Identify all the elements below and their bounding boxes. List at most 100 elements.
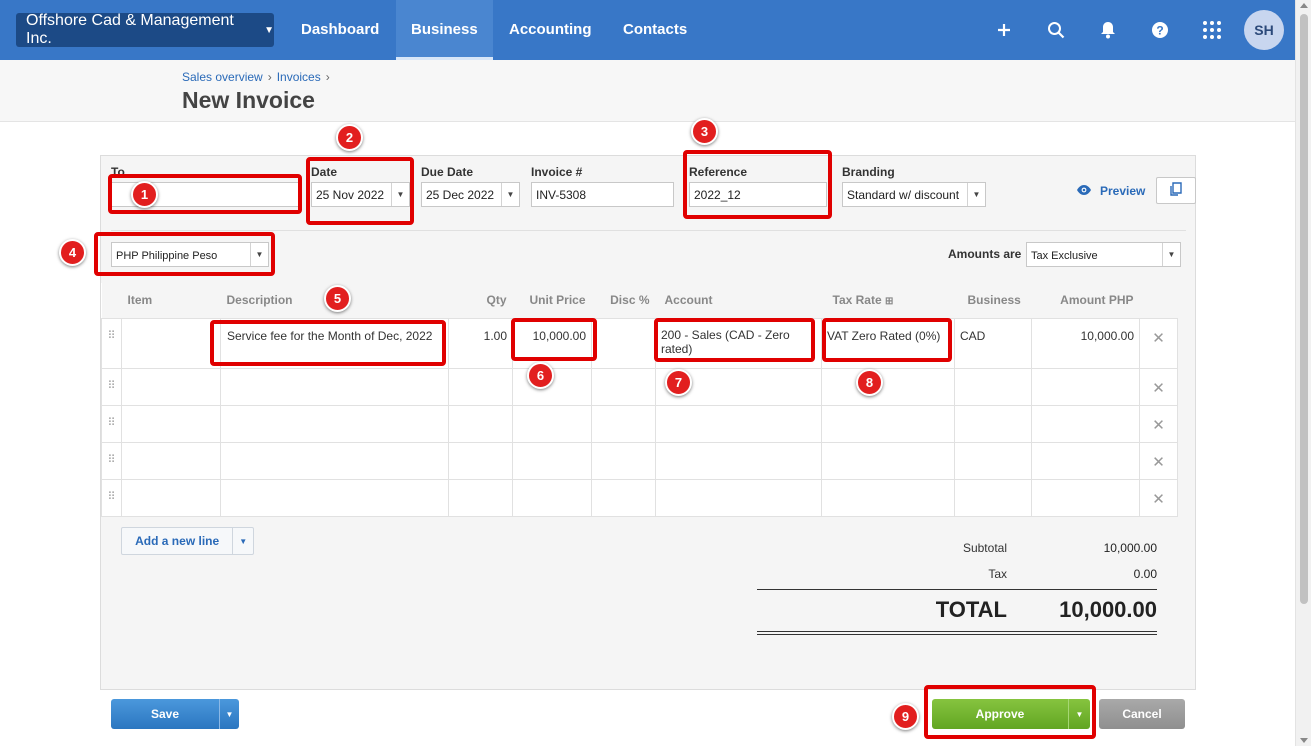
- annotation-badge: 9: [892, 703, 919, 730]
- tax-rate-cell[interactable]: VAT Zero Rated (0%): [821, 317, 955, 369]
- chevron-down-icon: ▼: [264, 24, 274, 36]
- drag-handle-icon[interactable]: ⠿: [101, 367, 122, 406]
- page-title: New Invoice: [182, 87, 315, 113]
- chevron-down-icon[interactable]: ▼: [219, 699, 239, 729]
- annotation-badge: 1: [131, 181, 158, 208]
- due-date-field[interactable]: 25 Dec 2022 ▼: [421, 182, 520, 207]
- delete-row-icon[interactable]: ✕: [1139, 441, 1178, 480]
- approve-button[interactable]: Approve ▼: [932, 699, 1090, 729]
- org-switcher[interactable]: Offshore Cad & Management Inc. ▼: [16, 12, 274, 47]
- top-nav: Offshore Cad & Management Inc. ▼ Dashboa…: [0, 0, 1295, 60]
- disc-header: Disc %: [591, 283, 656, 319]
- table-row[interactable]: ⠿ ✕: [101, 478, 1178, 517]
- due-date-value: 25 Dec 2022: [426, 188, 495, 202]
- drag-handle-icon[interactable]: ⠿: [101, 478, 122, 517]
- qty-header: Qty: [448, 283, 513, 319]
- search-icon[interactable]: [1044, 18, 1068, 42]
- branding-value: Standard w/ discount: [847, 188, 960, 202]
- due-date-label: Due Date: [421, 165, 474, 179]
- add-new-line-label: Add a new line: [135, 534, 220, 548]
- breadcrumb-invoices[interactable]: Invoices: [277, 70, 321, 84]
- date-label: Date: [311, 165, 338, 179]
- annotation-badge: 2: [336, 124, 363, 151]
- tax-label: Tax: [988, 567, 1007, 581]
- breadcrumb: Sales overview › Invoices ›: [182, 70, 330, 84]
- delete-row-icon[interactable]: ✕: [1139, 317, 1178, 369]
- total-value: 10,000.00: [1059, 597, 1157, 622]
- vertical-scrollbar[interactable]: [1295, 0, 1311, 746]
- annotation-badge: 6: [527, 362, 554, 389]
- account-cell[interactable]: 200 - Sales (CAD - Zero rated): [655, 317, 822, 369]
- disc-cell[interactable]: [591, 317, 656, 369]
- drag-handle-icon[interactable]: ⠿: [101, 404, 122, 443]
- amount-header: Amount PHP: [1031, 283, 1140, 319]
- nav-business[interactable]: Business: [396, 0, 493, 60]
- branding-select[interactable]: Standard w/ discount ▼: [842, 182, 986, 207]
- tax-value: 0.00: [1133, 567, 1157, 581]
- table-row[interactable]: ⠿ Service fee for the Month of Dec, 2022…: [101, 317, 1178, 369]
- subtotal-value: 10,000.00: [1103, 541, 1157, 555]
- nav-accounting[interactable]: Accounting: [494, 0, 607, 60]
- nav-contacts[interactable]: Contacts: [608, 0, 702, 60]
- item-header: Item: [121, 283, 221, 319]
- annotation-badge: 4: [59, 239, 86, 266]
- item-cell[interactable]: [121, 317, 221, 369]
- svg-text:?: ?: [1156, 24, 1163, 38]
- cancel-button[interactable]: Cancel: [1099, 699, 1185, 729]
- add-new-line-button[interactable]: Add a new line ▼: [121, 527, 254, 555]
- amounts-are-label: Amounts are: [948, 247, 1022, 261]
- apps-grid-icon[interactable]: [1200, 18, 1224, 42]
- delete-row-icon[interactable]: ✕: [1139, 404, 1178, 443]
- reference-input[interactable]: 2022_12: [689, 182, 827, 207]
- drag-handle-icon[interactable]: ⠿: [101, 317, 122, 369]
- account-header: Account: [655, 283, 822, 319]
- chevron-down-icon[interactable]: ▼: [967, 183, 985, 206]
- scroll-up-icon[interactable]: [1300, 3, 1308, 8]
- to-label: To: [111, 165, 125, 179]
- table-row[interactable]: ⠿ ✕: [101, 404, 1178, 443]
- qty-cell[interactable]: 1.00: [448, 317, 513, 369]
- table-row[interactable]: ⠿ ✕: [101, 367, 1178, 406]
- delete-row-icon[interactable]: ✕: [1139, 478, 1178, 517]
- approve-label: Approve: [975, 707, 1025, 721]
- chevron-down-icon[interactable]: ▼: [250, 243, 268, 266]
- subtotal-label: Subtotal: [962, 541, 1007, 555]
- branding-label: Branding: [842, 165, 895, 179]
- annotation-badge: 3: [691, 118, 718, 145]
- delete-header: [1139, 283, 1178, 319]
- chevron-down-icon[interactable]: ▼: [232, 528, 253, 554]
- chevron-down-icon[interactable]: ▼: [501, 183, 519, 206]
- breadcrumb-sales-overview[interactable]: Sales overview: [182, 70, 263, 84]
- chevron-down-icon[interactable]: ▼: [1162, 243, 1180, 266]
- annotation-badge: 5: [324, 285, 351, 312]
- description-cell[interactable]: Service fee for the Month of Dec, 2022: [220, 317, 449, 369]
- date-field[interactable]: 25 Nov 2022 ▼: [311, 182, 410, 207]
- scroll-down-icon[interactable]: [1300, 738, 1308, 743]
- currency-select[interactable]: PHP Philippine Peso ▼: [111, 242, 269, 267]
- business-cell[interactable]: CAD: [954, 317, 1032, 369]
- save-button[interactable]: Save ▼: [111, 699, 239, 729]
- divider: [111, 230, 1186, 231]
- bell-icon[interactable]: [1096, 18, 1120, 42]
- chevron-down-icon[interactable]: ▼: [391, 183, 409, 206]
- amount-cell[interactable]: 10,000.00: [1031, 317, 1140, 369]
- amounts-are-value: Tax Exclusive: [1031, 250, 1098, 262]
- grip-header: [101, 283, 122, 319]
- help-icon[interactable]: ?: [1148, 18, 1172, 42]
- unit-price-cell[interactable]: 10,000.00: [512, 317, 592, 369]
- plus-icon[interactable]: [992, 18, 1016, 42]
- preview-link[interactable]: Preview: [1076, 183, 1145, 199]
- amounts-are-select[interactable]: Tax Exclusive ▼: [1026, 242, 1181, 267]
- plus-box-icon[interactable]: ⊞: [885, 296, 893, 307]
- table-row[interactable]: ⠿ ✕: [101, 441, 1178, 480]
- save-label: Save: [150, 707, 180, 721]
- invoice-number-input[interactable]: INV-5308: [531, 182, 674, 207]
- delete-row-icon[interactable]: ✕: [1139, 367, 1178, 406]
- copy-button[interactable]: [1156, 177, 1196, 204]
- chevron-down-icon[interactable]: ▼: [1068, 699, 1090, 729]
- totals-double-underline: [757, 631, 1157, 632]
- avatar[interactable]: SH: [1244, 10, 1284, 50]
- drag-handle-icon[interactable]: ⠿: [101, 441, 122, 480]
- nav-dashboard[interactable]: Dashboard: [286, 0, 394, 60]
- scrollbar-thumb[interactable]: [1300, 14, 1308, 604]
